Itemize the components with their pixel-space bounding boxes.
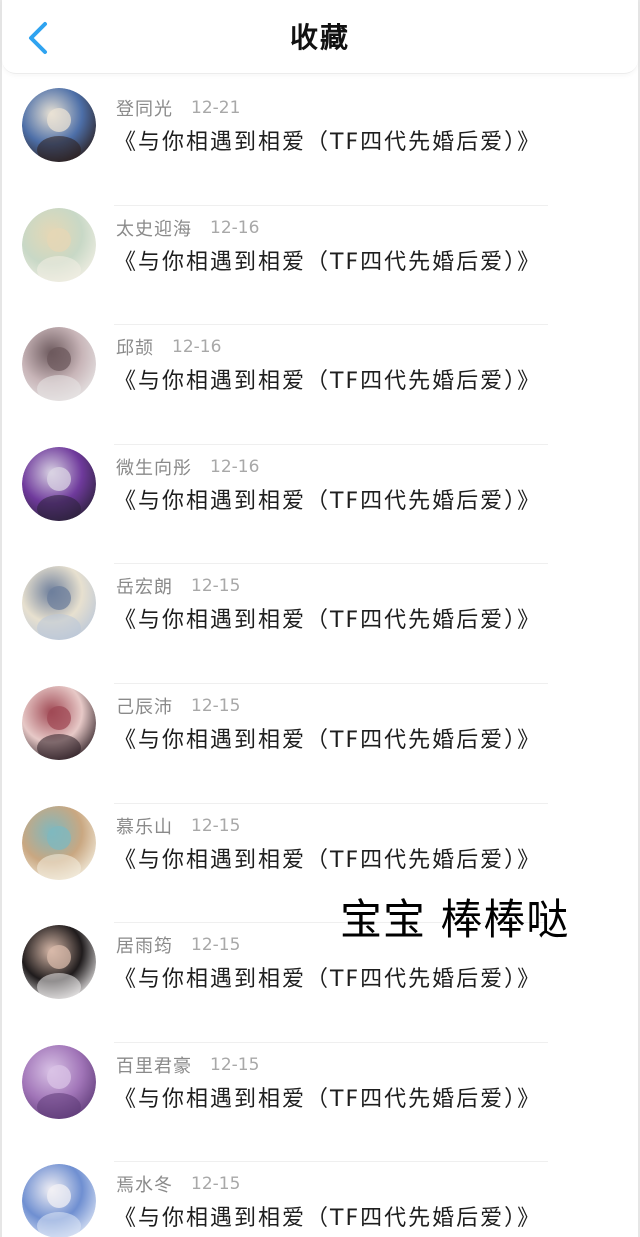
header-bar: 收藏: [2, 0, 638, 74]
book-title[interactable]: 《与你相遇到相爱（TF四代先婚后爱）》: [114, 1200, 541, 1232]
blue-hair-anime-avatar[interactable]: [22, 1164, 96, 1237]
anime-boy-avatar[interactable]: [22, 566, 96, 641]
book-title[interactable]: 《与你相遇到相爱（TF四代先婚后爱）》: [114, 961, 541, 993]
author-name[interactable]: 居雨筠: [116, 932, 173, 958]
item-date: 12-16: [210, 456, 260, 477]
item-date: 12-15: [191, 576, 241, 597]
purple-drops-avatar[interactable]: [22, 1044, 96, 1119]
item-meta: 百里君豪 12-15: [116, 1053, 259, 1077]
overlay-caption: 宝宝 棒棒哒: [340, 895, 570, 944]
item-meta: 太史迎海 12-16: [116, 216, 259, 240]
anime-girl-avatar[interactable]: [22, 685, 96, 760]
item-meta: 居雨筠 12-15: [116, 933, 240, 957]
item-date: 12-21: [191, 98, 241, 118]
author-name[interactable]: 己辰沛: [116, 693, 173, 719]
girl-photo-avatar[interactable]: [22, 327, 96, 402]
item-date: 12-15: [210, 1054, 260, 1075]
book-title[interactable]: 《与你相遇到相爱（TF四代先婚后爱）》: [114, 363, 541, 395]
item-meta: 己辰沛 12-15: [116, 694, 240, 718]
item-date: 12-15: [191, 695, 241, 716]
list-item[interactable]: 登同光 12-21 《与你相遇到相爱（TF四代先婚后爱）》: [2, 86, 638, 206]
item-meta: 岳宏朗 12-15: [116, 574, 240, 598]
book-title[interactable]: 《与你相遇到相爱（TF四代先婚后爱）》: [114, 602, 541, 634]
boy-photo-avatar[interactable]: [22, 925, 96, 1000]
item-meta: 微生向彤 12-16: [116, 455, 259, 479]
item-date: 12-15: [191, 935, 241, 956]
cartoon-face-avatar[interactable]: [22, 207, 96, 282]
list-item[interactable]: 百里君豪 12-15 《与你相遇到相爱（TF四代先婚后爱）》: [2, 1043, 638, 1163]
book-title[interactable]: 《与你相遇到相爱（TF四代先婚后爱）》: [114, 483, 541, 515]
favorites-list: 登同光 12-21 《与你相遇到相爱（TF四代先婚后爱）》 太史迎海 12-16 《与你相…: [2, 86, 638, 1237]
item-meta: 登同光 12-21: [116, 96, 240, 120]
list-item[interactable]: 岳宏朗 12-15 《与你相遇到相爱（TF四代先婚后爱）》: [2, 564, 638, 684]
book-title[interactable]: 《与你相遇到相爱（TF四代先婚后爱）》: [114, 244, 541, 276]
book-title[interactable]: 《与你相遇到相爱（TF四代先婚后爱）》: [114, 1081, 541, 1113]
purple-car-avatar[interactable]: [22, 446, 96, 521]
author-name[interactable]: 百里君豪: [116, 1052, 192, 1078]
book-title[interactable]: 《与你相遇到相爱（TF四代先婚后爱）》: [114, 842, 541, 874]
author-name[interactable]: 邱颉: [116, 334, 154, 360]
book-title[interactable]: 《与你相遇到相爱（TF四代先婚后爱）》: [114, 124, 541, 156]
item-date: 12-15: [191, 815, 241, 836]
item-date: 12-16: [172, 337, 222, 358]
list-item[interactable]: 太史迎海 12-16 《与你相遇到相爱（TF四代先婚后爱）》: [2, 206, 638, 326]
item-meta: 焉水冬 12-15: [116, 1172, 240, 1196]
item-meta: 慕乐山 12-15: [116, 814, 240, 838]
favorites-page: 收藏 登同光 12-21 《与你相遇到相爱（TF四代先婚后爱）》 太史迎海 12-16 《…: [0, 0, 640, 1237]
item-date: 12-15: [191, 1174, 241, 1195]
author-name[interactable]: 岳宏朗: [116, 573, 173, 599]
item-meta: 邱颉 12-16: [116, 335, 221, 359]
item-date: 12-16: [210, 217, 260, 238]
author-name[interactable]: 慕乐山: [116, 813, 173, 839]
sunlight-girl-avatar[interactable]: [22, 805, 96, 880]
list-item[interactable]: 微生向彤 12-16 《与你相遇到相爱（TF四代先婚后爱）》: [2, 445, 638, 565]
author-name[interactable]: 微生向彤: [116, 454, 192, 480]
page-title: 收藏: [289, 21, 350, 54]
author-name[interactable]: 太史迎海: [116, 215, 192, 241]
list-item[interactable]: 焉水冬 12-15 《与你相遇到相爱（TF四代先婚后爱）》: [2, 1162, 638, 1237]
author-name[interactable]: 焉水冬: [116, 1171, 173, 1197]
author-name[interactable]: 登同光: [116, 95, 173, 121]
anime-character-avatar[interactable]: [22, 88, 96, 162]
book-title[interactable]: 《与你相遇到相爱（TF四代先婚后爱）》: [114, 722, 541, 754]
list-item[interactable]: 邱颉 12-16 《与你相遇到相爱（TF四代先婚后爱）》: [2, 325, 638, 445]
list-item[interactable]: 己辰沛 12-15 《与你相遇到相爱（TF四代先婚后爱）》: [2, 684, 638, 804]
